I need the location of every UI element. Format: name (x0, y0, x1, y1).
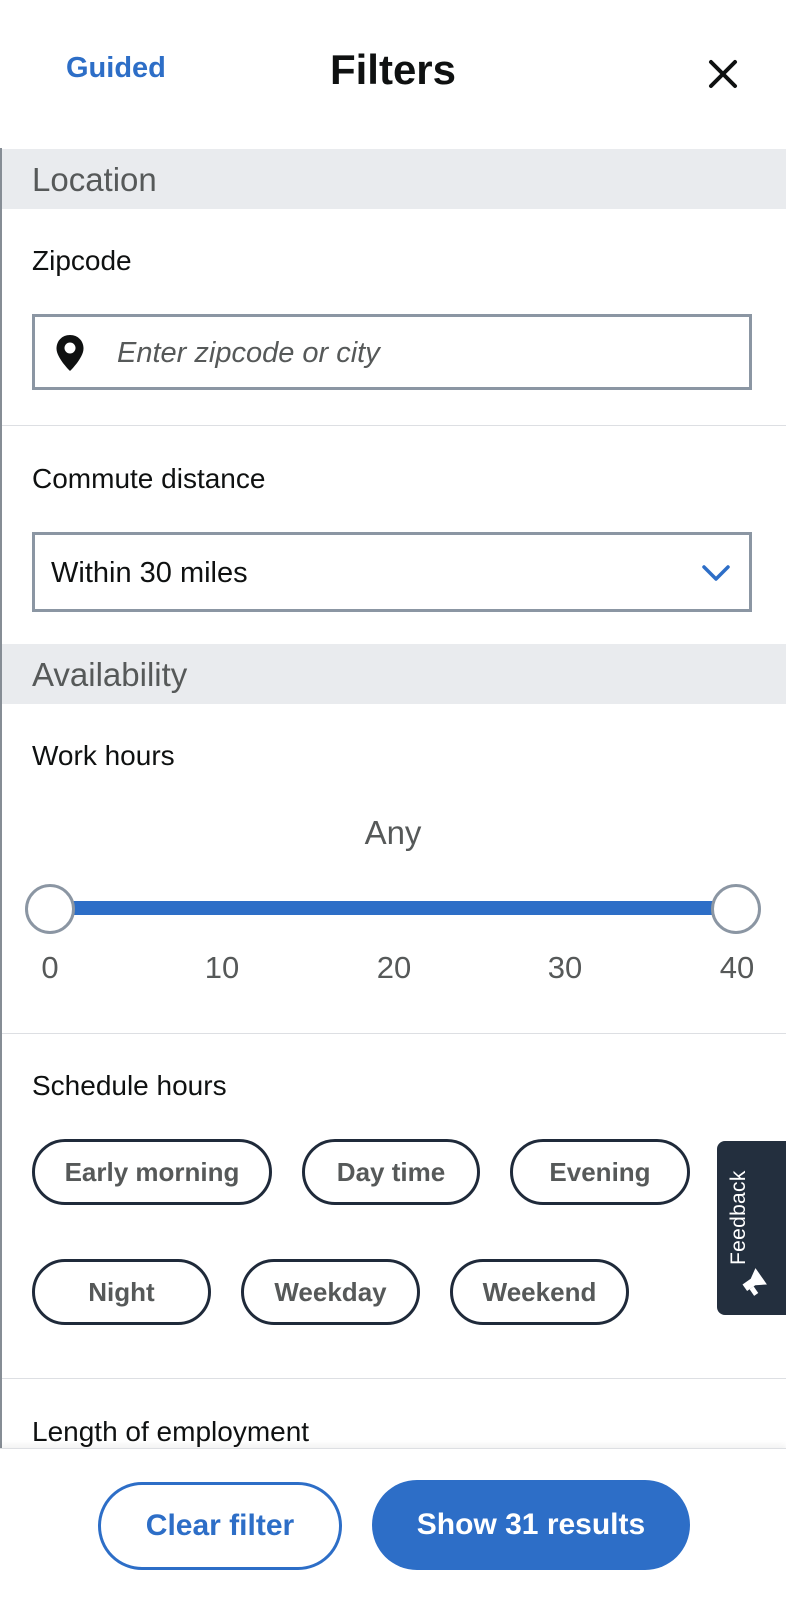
page-title-text: Filters (329, 46, 457, 93)
divider (2, 1378, 786, 1379)
divider (2, 425, 786, 426)
slider-track[interactable] (50, 901, 736, 915)
chip-night[interactable]: Night (32, 1259, 211, 1325)
slider-tick-label: 20 (376, 950, 412, 985)
chip-early-morning[interactable]: Early morning (32, 1139, 272, 1205)
slider-tick-label: 0 (41, 950, 59, 985)
length-of-employment-label: Length of employment (32, 1416, 310, 1447)
megaphone-icon (742, 1268, 767, 1296)
zipcode-label: Zipcode (32, 245, 132, 276)
slider-tick-label: 40 (719, 950, 755, 985)
location-section-title: Location (32, 161, 157, 198)
slider-min-handle[interactable] (25, 884, 75, 934)
chip-weekend[interactable]: Weekend (450, 1259, 629, 1325)
availability-section-header: Availability (2, 644, 786, 704)
feedback-tab[interactable]: Feedback (717, 1141, 786, 1315)
guided-link[interactable]: Guided (66, 52, 166, 85)
commute-distance-value: Within 30 miles (51, 557, 248, 589)
work-hours-label: Work hours (32, 740, 175, 771)
slider-tick-label: 10 (204, 950, 240, 985)
zipcode-field[interactable] (32, 314, 752, 390)
close-icon (709, 60, 737, 88)
divider (2, 1033, 786, 1034)
slider-tick-label: 30 (547, 950, 583, 985)
location-section-header: Location (2, 149, 786, 209)
filters-header: Guided Filters (0, 0, 786, 148)
zipcode-input[interactable] (115, 317, 719, 389)
commute-distance-select[interactable]: Within 30 miles (32, 532, 752, 612)
slider-max-handle[interactable] (711, 884, 761, 934)
show-results-button[interactable]: Show 31 results (372, 1480, 690, 1570)
chevron-down-icon (702, 565, 730, 581)
window-edge (0, 0, 2, 1600)
close-button[interactable] (703, 54, 743, 94)
commute-distance-label: Commute distance (32, 463, 266, 494)
location-pin-icon (56, 335, 84, 371)
chip-day-time[interactable]: Day time (302, 1139, 480, 1205)
work-hours-value: Any (364, 814, 422, 851)
availability-section-title: Availability (32, 656, 188, 693)
clear-filter-button[interactable]: Clear filter (98, 1482, 342, 1570)
schedule-hours-label: Schedule hours (32, 1070, 227, 1101)
chip-evening[interactable]: Evening (510, 1139, 690, 1205)
feedback-label: Feedback (727, 1170, 750, 1265)
chip-weekday[interactable]: Weekday (241, 1259, 420, 1325)
